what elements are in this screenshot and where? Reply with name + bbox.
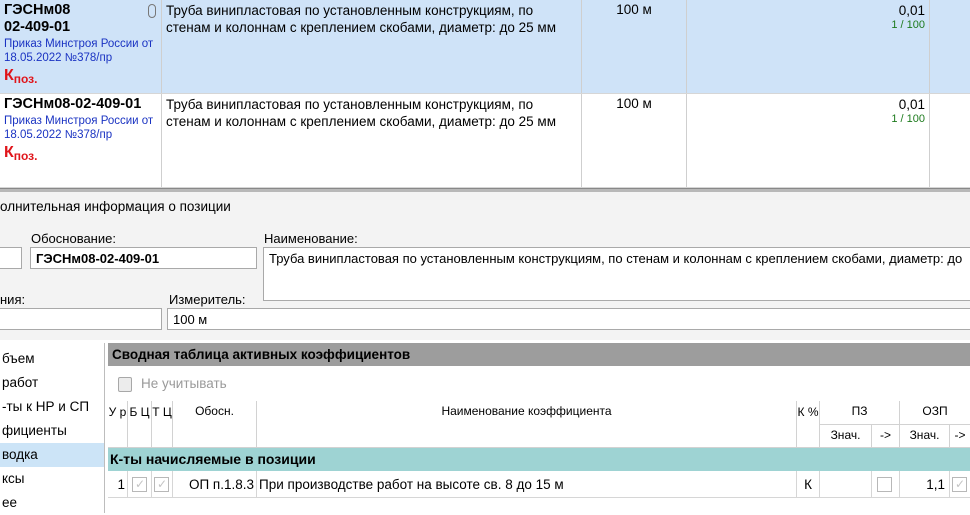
position-name-cell[interactable]: Труба винипластовая по установленным кон… bbox=[162, 94, 582, 187]
row-coef-name[interactable]: При производстве работ на высоте св. 8 д… bbox=[257, 471, 797, 498]
quantity-ratio: 1 / 100 bbox=[891, 113, 925, 125]
nav-item-more[interactable]: ее bbox=[0, 491, 104, 515]
row-k[interactable]: К bbox=[797, 471, 820, 498]
meter-field[interactable]: 100 м bbox=[167, 308, 970, 330]
estimate-grid[interactable]: ГЭСНм08 02-409-01 Приказ Минстроя России… bbox=[0, 0, 970, 188]
quantity-cell[interactable]: 0,01 1 / 100 bbox=[687, 94, 930, 187]
position-info-panel: олнительная информация о позиции Обоснов… bbox=[0, 192, 970, 340]
nav-item-volume[interactable]: бъем bbox=[0, 347, 104, 371]
extra-cell[interactable] bbox=[930, 94, 970, 187]
section-nav: бъем работ -ты к НР и СП фициенты водка … bbox=[0, 343, 105, 513]
position-code-line1: ГЭСНм08 bbox=[4, 2, 71, 18]
bc-checkbox[interactable] bbox=[132, 475, 147, 493]
row-pz-value[interactable] bbox=[820, 471, 872, 498]
name-field[interactable]: Труба винипластовая по установленным кон… bbox=[263, 247, 970, 301]
row-basis[interactable]: ОП п.1.8.3 bbox=[173, 471, 257, 498]
order-reference: Приказ Минстроя России от 18.05.2022 №37… bbox=[4, 38, 154, 64]
col-header-ur[interactable]: У р bbox=[108, 401, 128, 448]
col-header-k-percent[interactable]: К % bbox=[797, 401, 820, 448]
col-header-basis[interactable]: Обосн. bbox=[173, 401, 257, 448]
col-header-pz[interactable]: ПЗ bbox=[820, 401, 900, 425]
order-reference: Приказ Минстроя России от 18.05.2022 №37… bbox=[4, 115, 154, 141]
row-bc-cell[interactable] bbox=[128, 471, 152, 498]
grid-row[interactable]: ГЭСНм08-02-409-01 Приказ Минстроя России… bbox=[0, 94, 970, 188]
basis-field[interactable]: ГЭСНм08-02-409-01 bbox=[30, 247, 257, 269]
nav-item-nr-sp-coefficients[interactable]: -ты к НР и СП bbox=[0, 395, 104, 419]
row-ozp-arrow-cell[interactable] bbox=[950, 471, 970, 498]
meter-label: Измеритель: bbox=[169, 292, 246, 307]
nav-item-coefficients[interactable]: фициенты bbox=[0, 419, 104, 443]
kpos-indicator: Кпоз. bbox=[4, 67, 38, 86]
unit-cell[interactable]: 100 м bbox=[582, 94, 687, 187]
ozp-arrow-checkbox[interactable] bbox=[952, 475, 967, 493]
row-ur[interactable]: 1 bbox=[108, 471, 128, 498]
info-panel-title: олнительная информация о позиции bbox=[0, 199, 231, 214]
code-cell[interactable]: ГЭСНм08 02-409-01 Приказ Минстроя России… bbox=[0, 0, 162, 93]
code-cell[interactable]: ГЭСНм08-02-409-01 Приказ Минстроя России… bbox=[0, 94, 162, 187]
col-header-ozp-value[interactable]: Знач. bbox=[900, 425, 950, 448]
quantity-ratio: 1 / 100 bbox=[891, 19, 925, 31]
number-field[interactable] bbox=[0, 247, 22, 269]
position-code: ГЭСНм08-02-409-01 bbox=[4, 96, 142, 112]
unit-cell[interactable]: 100 м bbox=[582, 0, 687, 93]
position-name-cell[interactable]: Труба винипластовая по установленным кон… bbox=[162, 0, 582, 93]
quantity-value: 0,01 bbox=[898, 97, 925, 112]
row-tc-cell[interactable] bbox=[152, 471, 173, 498]
col-header-pz-value[interactable]: Знач. bbox=[820, 425, 872, 448]
pz-arrow-checkbox[interactable] bbox=[877, 477, 892, 492]
nav-item-works[interactable]: работ bbox=[0, 371, 104, 395]
col-header-pz-arrow[interactable]: -> bbox=[872, 425, 900, 448]
paperclip-icon[interactable] bbox=[148, 4, 156, 18]
row-ozp-value[interactable]: 1,1 bbox=[900, 471, 950, 498]
coefficient-toolbar: Не учитывать bbox=[108, 371, 970, 399]
quantity-value: 0,01 bbox=[898, 3, 925, 18]
grid-row-selected[interactable]: ГЭСНм08 02-409-01 Приказ Минстроя России… bbox=[0, 0, 970, 94]
quantity-cell[interactable]: 0,01 1 / 100 bbox=[687, 0, 930, 93]
basis-label: Обоснование: bbox=[31, 231, 116, 246]
ignore-button[interactable]: Не учитывать bbox=[141, 376, 227, 391]
kpos-indicator: Кпоз. bbox=[4, 144, 38, 163]
coefficient-table-title: Сводная таблица активных коэффициентов bbox=[108, 343, 970, 366]
left-field-label: ния: bbox=[0, 292, 26, 307]
col-header-bc[interactable]: Б Ц bbox=[128, 401, 152, 448]
nav-item-summary[interactable]: водка bbox=[0, 443, 104, 467]
coefficient-summary-table: Сводная таблица активных коэффициентов Н… bbox=[108, 343, 970, 513]
tc-checkbox[interactable] bbox=[154, 475, 169, 493]
row-pz-arrow-cell[interactable] bbox=[872, 471, 900, 498]
col-header-ozp[interactable]: ОЗП bbox=[900, 401, 970, 425]
position-code-line2: 02-409-01 bbox=[4, 19, 71, 35]
col-header-ozp-arrow[interactable]: -> bbox=[950, 425, 970, 448]
extra-cell[interactable] bbox=[930, 0, 970, 93]
name-label: Наименование: bbox=[264, 231, 358, 246]
col-header-coef-name[interactable]: Наименование коэффициента bbox=[257, 401, 797, 448]
left-field[interactable] bbox=[0, 308, 162, 330]
ignore-icon bbox=[118, 377, 132, 392]
group-row-position-coefficients[interactable]: К-ты начисляемые в позиции bbox=[108, 448, 970, 471]
col-header-tc[interactable]: Т Ц bbox=[152, 401, 173, 448]
nav-item-indices[interactable]: ксы bbox=[0, 467, 104, 491]
